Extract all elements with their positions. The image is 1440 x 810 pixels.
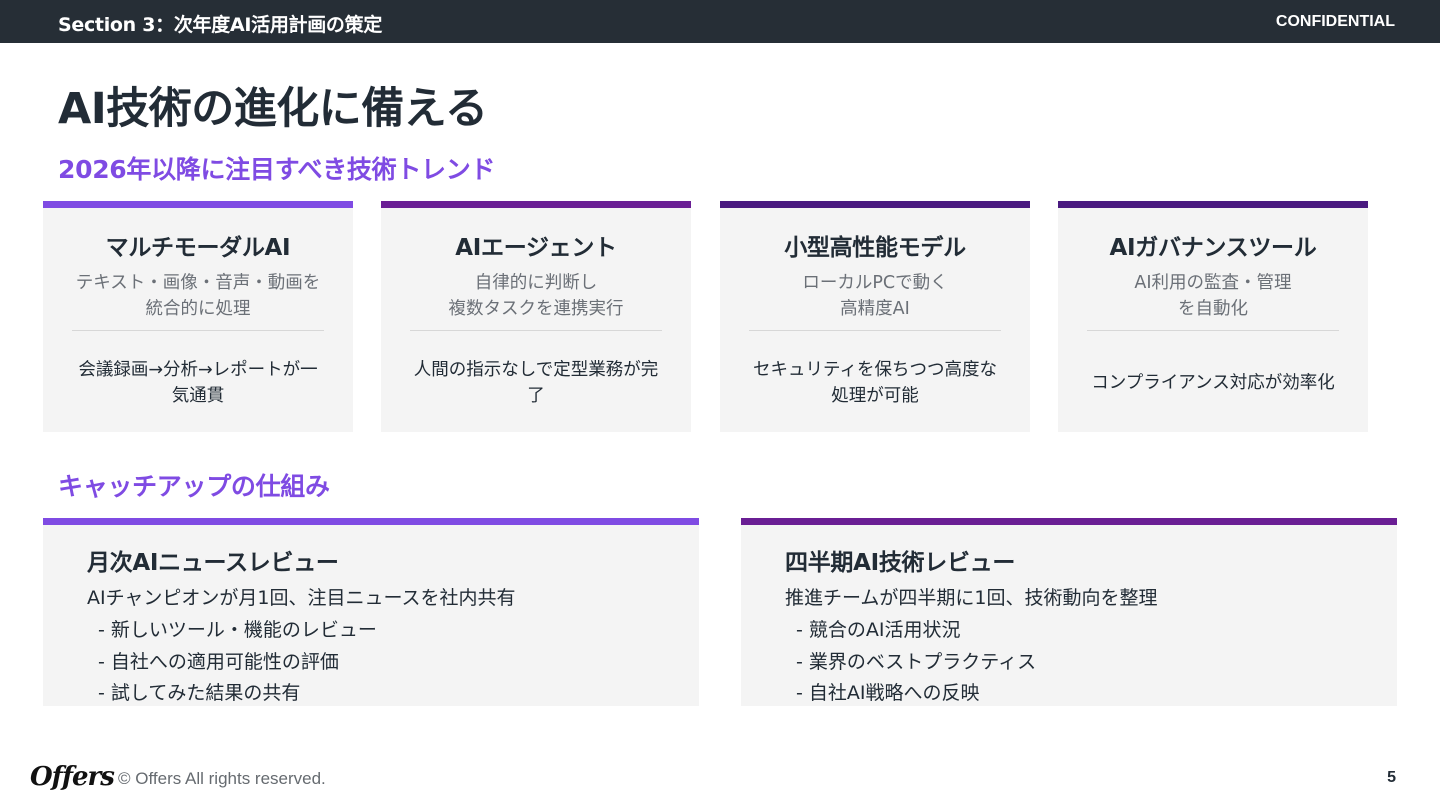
trend-card-description-line: AI利用の監査・管理 — [1134, 273, 1292, 293]
trend-card-point-line: コンプライアンス対応が効率化 — [1091, 373, 1335, 393]
trend-card-point-line: 人間の指示なしで定型業務が完 — [413, 360, 659, 380]
trend-card-governance: AIガバナンスツール AI利用の監査・管理 を自動化 コンプライアンス対応が効率… — [1058, 201, 1368, 432]
trend-card-description: テキスト・画像・音声・動画を 統合的に処理 — [63, 270, 333, 322]
trend-card-multimodal: マルチモーダルAI テキスト・画像・音声・動画を 統合的に処理 会議録画→分析→… — [43, 201, 353, 432]
trend-card-point: 人間の指示なしで定型業務が完 了 — [401, 357, 671, 409]
mechanism-card-description: 推進チームが四半期に1回、技術動向を整理 — [785, 587, 1158, 609]
page-title: AI技術の進化に備える — [58, 84, 488, 134]
trend-card-title: 小型高性能モデル — [784, 235, 966, 261]
trend-card-divider — [410, 330, 662, 331]
mechanism-list-item: - 業界のベストプラクティス — [796, 651, 1037, 673]
trend-card-description-line: 自律的に判断し — [474, 273, 598, 293]
trend-card-point-line: 気通貫 — [171, 386, 225, 406]
trend-card-description-line: テキスト・画像・音声・動画を — [75, 273, 321, 293]
trend-card-point-line: 会議録画→分析→レポートが一 — [78, 360, 318, 380]
trend-card-description: ローカルPCで動く 高精度AI — [740, 270, 1010, 322]
trend-card-title: マルチモーダルAI — [105, 235, 291, 261]
confidential-label: CONFIDENTIAL — [1275, 13, 1395, 30]
trend-card-agent: AIエージェント 自律的に判断し 複数タスクを連携実行 人間の指示なしで定型業務… — [381, 201, 691, 432]
trend-card-point-line: 了 — [527, 386, 545, 406]
trends-heading: 2026年以降に注目すべき技術トレンド — [58, 155, 496, 184]
trend-card-divider — [1087, 330, 1339, 331]
trend-card-description-line: を自動化 — [1178, 299, 1248, 319]
mechanism-card-description: AIチャンピオンが月1回、注目ニュースを社内共有 — [87, 587, 516, 609]
offers-logo: Offers — [30, 762, 115, 792]
trend-card-divider — [72, 330, 324, 331]
mechanism-card-monthly: 月次AIニュースレビュー AIチャンピオンが月1回、注目ニュースを社内共有 - … — [43, 518, 699, 706]
mechanism-list-item: - 新しいツール・機能のレビュー — [98, 619, 377, 641]
trend-card-point: 会議録画→分析→レポートが一 気通貫 — [63, 357, 333, 409]
trend-card-divider — [749, 330, 1001, 331]
mechanism-list-item: - 試してみた結果の共有 — [98, 682, 301, 704]
mechanism-list-item: - 自社への適用可能性の評価 — [98, 651, 339, 673]
header-bar: Section 3：次年度AI活用計画の策定 CONFIDENTIAL — [0, 0, 1440, 43]
mechanism-card-quarterly: 四半期AI技術レビュー 推進チームが四半期に1回、技術動向を整理 - 競合のAI… — [741, 518, 1397, 706]
copyright-text: © Offers All rights reserved. — [118, 769, 326, 788]
trend-card-title: AIエージェント — [455, 235, 617, 261]
trend-card-small-model: 小型高性能モデル ローカルPCで動く 高精度AI セキュリティを保ちつつ高度な … — [720, 201, 1030, 432]
mechanism-list-item: - 自社AI戦略への反映 — [796, 682, 980, 704]
trend-card-point: コンプライアンス対応が効率化 — [1078, 370, 1348, 396]
section-title: Section 3：次年度AI活用計画の策定 — [58, 14, 383, 36]
page-number: 5 — [1387, 769, 1396, 786]
trend-card-description-line: 統合的に処理 — [145, 299, 251, 319]
trend-card-point-line: 処理が可能 — [831, 386, 919, 406]
mechanism-heading: キャッチアップの仕組み — [58, 472, 330, 501]
trend-card-description-line: 高精度AI — [840, 299, 910, 319]
trend-card-point: セキュリティを保ちつつ高度な 処理が可能 — [740, 357, 1010, 409]
trend-card-point-line: セキュリティを保ちつつ高度な — [753, 360, 997, 380]
mechanism-card-title: 月次AIニュースレビュー — [87, 550, 339, 576]
trend-card-title: AIガバナンスツール — [1109, 235, 1317, 261]
trend-card-description-line: 複数タスクを連携実行 — [448, 299, 624, 319]
mechanism-card-title: 四半期AI技術レビュー — [785, 550, 1016, 576]
trend-card-description-line: ローカルPCで動く — [802, 273, 948, 293]
mechanism-list-item: - 競合のAI活用状況 — [796, 619, 961, 641]
trend-card-description: 自律的に判断し 複数タスクを連携実行 — [401, 270, 671, 322]
trend-card-description: AI利用の監査・管理 を自動化 — [1078, 270, 1348, 322]
